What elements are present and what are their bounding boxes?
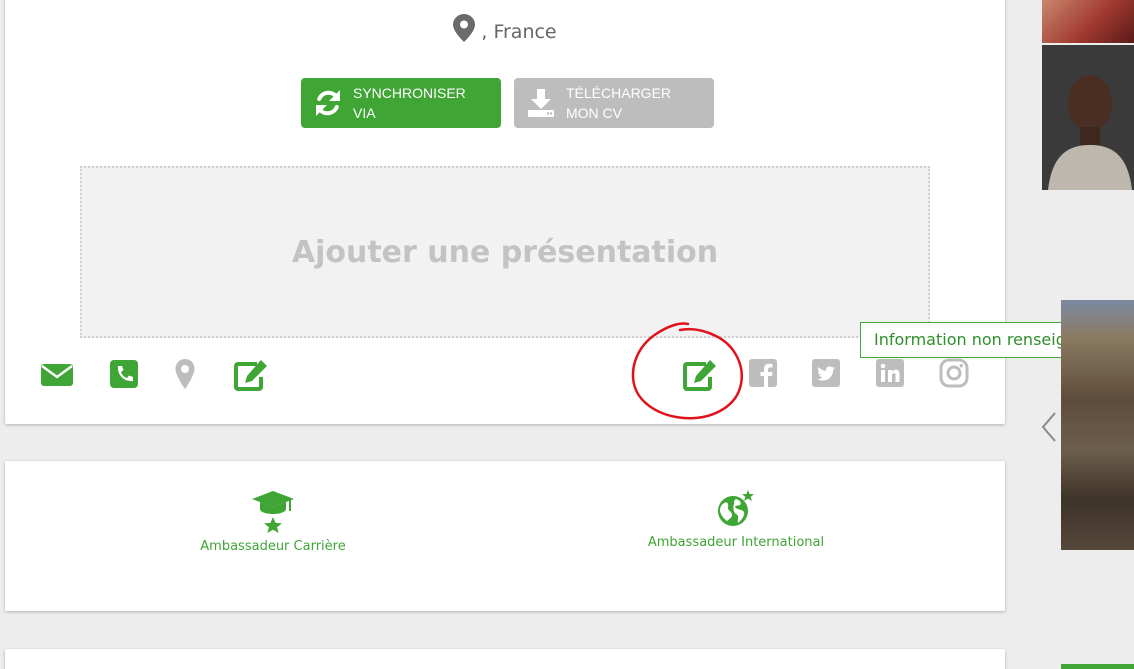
edit-icon[interactable] <box>233 358 267 391</box>
badges-card: Ambassadeur Carrière Ambassadeur Interna… <box>5 461 1005 611</box>
instagram-icon[interactable] <box>939 358 971 390</box>
cv-button-line1: TÉLÉCHARGER <box>566 85 672 101</box>
globe-star-icon <box>718 490 754 526</box>
green-strip <box>1061 664 1134 669</box>
download-icon <box>526 88 556 123</box>
chevron-left-icon[interactable] <box>1038 410 1060 444</box>
phone-icon[interactable] <box>108 358 140 390</box>
next-card <box>5 649 1005 669</box>
facebook-icon[interactable] <box>748 358 780 390</box>
linkedin-icon[interactable] <box>875 358 907 390</box>
cv-button-line2: MON CV <box>566 105 622 121</box>
sync-icon <box>313 88 343 123</box>
map-marker-icon[interactable] <box>169 358 201 390</box>
sync-linkedin-button[interactable]: SYNCHRONISER VIA LINKEDIN <box>301 78 501 141</box>
badge-label: Ambassadeur Carrière <box>200 539 346 554</box>
presentation-placeholder: Ajouter une présentation <box>291 234 719 270</box>
download-cv-button[interactable]: TÉLÉCHARGER MON CV <box>514 78 714 128</box>
profile-card: , France SYNCHRONISER VIA LINKEDIN TÉLÉC… <box>5 0 1005 424</box>
badge-ambassadeur-international[interactable]: Ambassadeur International <box>586 489 886 550</box>
graduation-cap-star-icon <box>252 491 294 533</box>
profile-photo-thumbnail[interactable] <box>1042 0 1134 43</box>
add-presentation-area[interactable]: Ajouter une présentation <box>80 166 930 338</box>
edit-icon[interactable] <box>682 358 716 391</box>
location-line: , France <box>5 14 1005 47</box>
twitter-icon[interactable] <box>811 358 843 390</box>
carousel-image[interactable] <box>1061 300 1134 550</box>
profile-photo-thumbnail[interactable] <box>1042 45 1134 190</box>
location-text: , France <box>481 21 557 43</box>
sync-button-line1: SYNCHRONISER VIA <box>353 85 466 121</box>
envelope-icon[interactable] <box>41 358 73 390</box>
badge-label: Ambassadeur International <box>647 535 825 550</box>
sync-button-line2: LINKEDIN <box>353 125 418 141</box>
badge-ambassadeur-carriere[interactable]: Ambassadeur Carrière <box>123 489 423 554</box>
map-marker-icon <box>453 14 476 47</box>
